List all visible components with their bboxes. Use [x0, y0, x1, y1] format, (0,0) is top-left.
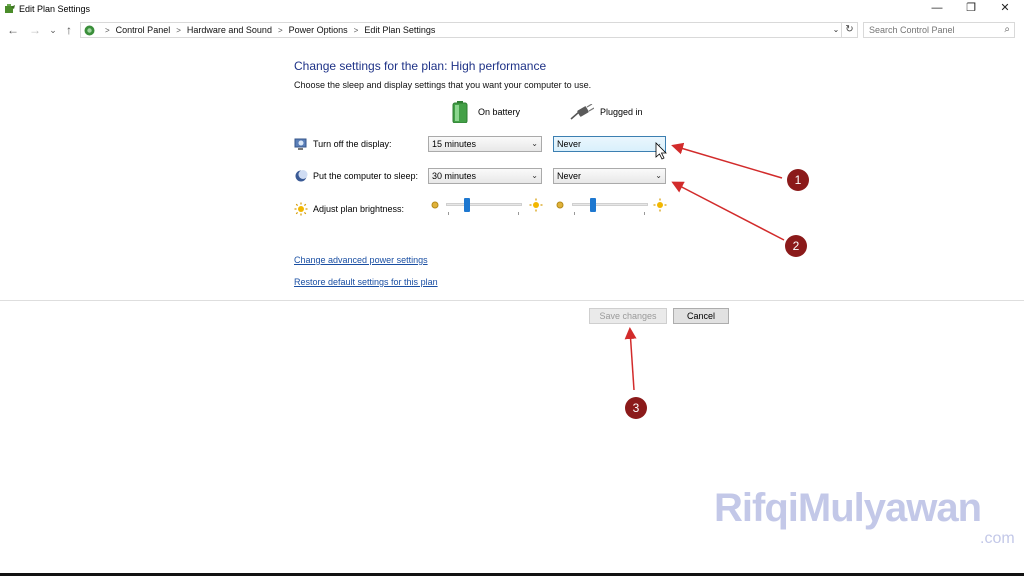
navigation-bar: ← → ⌄ ↑ > Control Panel > Hardware and S… — [0, 20, 1024, 40]
bright-sun-icon — [529, 198, 543, 212]
brightness-sun-icon — [294, 202, 308, 216]
display-row-label: Turn off the display: — [294, 137, 392, 151]
title-bar: Edit Plan Settings — ❐ ✕ — [0, 0, 1024, 18]
on-battery-label: On battery — [478, 107, 521, 117]
column-on-battery: On battery — [452, 100, 520, 124]
brightness-battery-slider[interactable] — [446, 198, 522, 216]
arrow-3 — [624, 327, 637, 391]
page-description: Choose the sleep and display settings th… — [294, 80, 592, 90]
sleep-row-label: Put the computer to sleep: — [294, 169, 418, 183]
up-arrow-icon[interactable]: ↑ — [62, 22, 76, 38]
control-panel-icon — [84, 25, 95, 36]
breadcrumb-separator: > — [176, 25, 181, 35]
annotation-marker-2: 2 — [785, 235, 807, 257]
plugged-in-label: Plugged in — [600, 107, 643, 117]
save-changes-button[interactable]: Save changes — [589, 308, 667, 324]
breadcrumb-power-options[interactable]: Power Options — [289, 25, 348, 35]
advanced-power-settings-link[interactable]: Change advanced power settings — [294, 255, 428, 265]
sleep-plugged-value: Never — [557, 171, 582, 181]
chevron-down-icon: ⌄ — [531, 139, 538, 148]
breadcrumb-hardware-and-sound[interactable]: Hardware and Sound — [187, 25, 272, 35]
window-title: Edit Plan Settings — [19, 4, 91, 14]
sleep-label: Put the computer to sleep: — [313, 171, 419, 181]
slider-track — [572, 203, 648, 206]
restore-defaults-link[interactable]: Restore default settings for this plan — [294, 277, 438, 287]
power-options-icon — [5, 4, 15, 13]
slider-thumb[interactable] — [464, 198, 470, 212]
sleep-moon-icon — [295, 170, 308, 182]
arrow-2 — [671, 181, 785, 241]
address-dropdown-icon[interactable]: ⌄ — [830, 22, 842, 38]
dim-sun-icon — [556, 201, 564, 209]
breadcrumb-control-panel[interactable]: Control Panel — [116, 25, 171, 35]
slider-tick — [518, 212, 519, 215]
slider-tick — [448, 212, 449, 215]
breadcrumb: > Control Panel > Hardware and Sound > P… — [99, 25, 435, 35]
chevron-down-icon: ⌄ — [531, 171, 538, 180]
brightness-plugged-slider[interactable] — [572, 198, 648, 216]
restore-button[interactable]: ❐ — [954, 0, 988, 18]
power-plug-icon — [570, 104, 594, 120]
back-arrow-icon[interactable]: ← — [6, 22, 20, 38]
slider-thumb[interactable] — [590, 198, 596, 212]
breadcrumb-separator: > — [277, 25, 283, 35]
annotation-marker-3: 3 — [625, 397, 647, 419]
slider-tick — [574, 212, 575, 215]
watermark-domain: .com — [980, 530, 1015, 547]
page-title: Change settings for the plan: High perfo… — [294, 59, 547, 73]
display-plugged-value: Never — [557, 139, 582, 149]
chevron-down-icon: ⌄ — [655, 171, 662, 180]
search-input[interactable] — [869, 23, 997, 37]
watermark: RifqiMulyawan — [714, 486, 982, 530]
display-battery-value: 15 minutes — [432, 139, 477, 149]
display-battery-select[interactable]: 15 minutes ⌄ — [428, 136, 542, 152]
slider-track — [446, 203, 522, 206]
annotation-marker-1: 1 — [787, 169, 809, 191]
divider — [0, 300, 1024, 301]
breadcrumb-edit-plan-settings[interactable]: Edit Plan Settings — [364, 25, 435, 35]
chevron-down-icon: ⌄ — [655, 139, 662, 148]
brightness-label: Adjust plan brightness: — [313, 204, 405, 214]
address-bar[interactable]: > Control Panel > Hardware and Sound > P… — [80, 22, 842, 38]
breadcrumb-separator: > — [353, 25, 359, 35]
cancel-button[interactable]: Cancel — [673, 308, 729, 324]
bright-sun-icon — [653, 198, 667, 212]
brightness-row-label: Adjust plan brightness: — [294, 202, 404, 216]
arrow-1 — [671, 142, 783, 179]
forward-arrow-icon[interactable]: → — [28, 22, 42, 38]
recent-locations-icon[interactable]: ⌄ — [46, 22, 60, 38]
slider-tick — [644, 212, 645, 215]
sleep-battery-value: 30 minutes — [432, 171, 477, 181]
sleep-battery-select[interactable]: 30 minutes ⌄ — [428, 168, 542, 184]
battery-icon — [452, 101, 468, 123]
display-icon — [294, 138, 307, 150]
refresh-icon[interactable]: ↻ — [842, 22, 858, 38]
close-button[interactable]: ✕ — [988, 0, 1022, 18]
turn-off-display-label: Turn off the display: — [313, 139, 392, 149]
breadcrumb-separator: > — [105, 25, 110, 35]
column-plugged-in: Plugged in — [570, 100, 643, 124]
dim-sun-icon — [431, 201, 439, 209]
sleep-plugged-select[interactable]: Never ⌄ — [553, 168, 666, 184]
display-plugged-select[interactable]: Never ⌄ — [553, 136, 666, 152]
search-icon[interactable]: ⌕ — [1004, 24, 1010, 35]
minimize-button[interactable]: — — [920, 0, 954, 18]
search-box[interactable]: ⌕ — [863, 22, 1015, 38]
